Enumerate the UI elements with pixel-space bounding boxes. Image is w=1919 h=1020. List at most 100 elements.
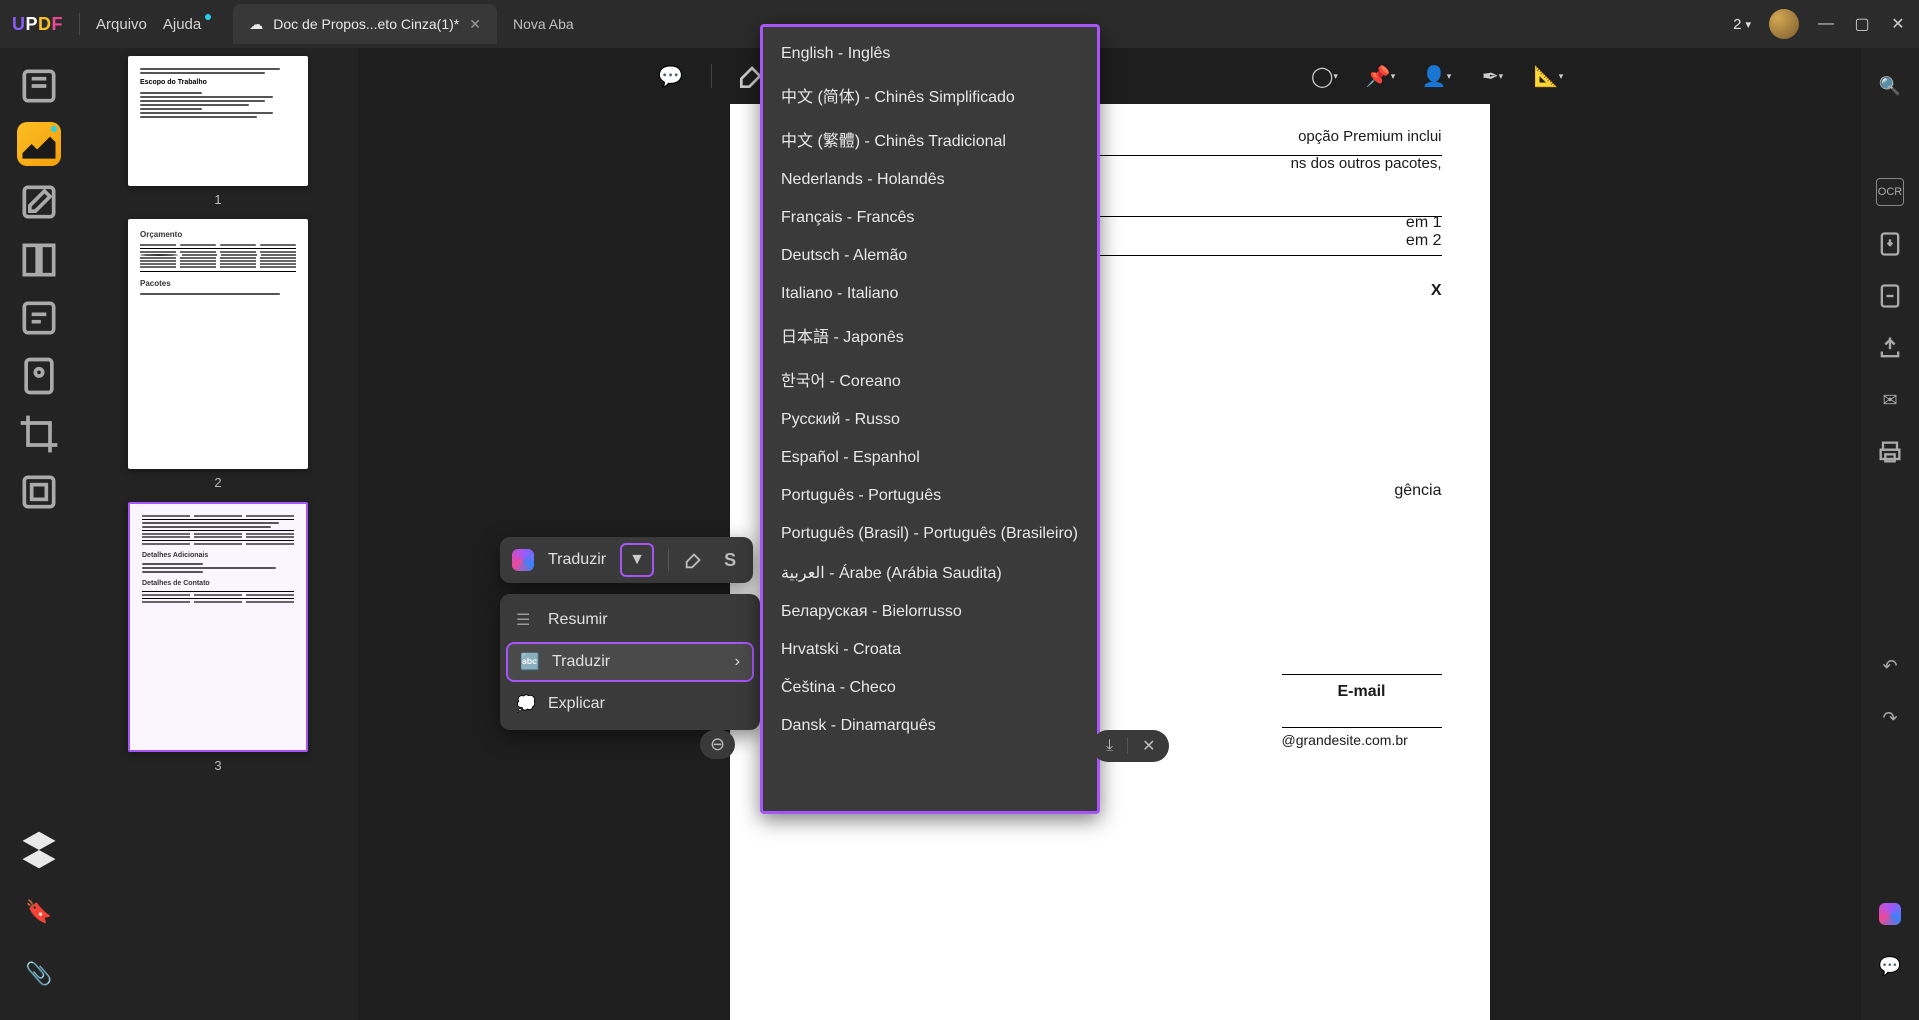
lang-option[interactable]: العربية - Árabe (Arábia Saudita) (773, 553, 1087, 593)
lang-option[interactable]: Русский - Russo (773, 401, 1087, 439)
lang-option[interactable]: Italiano - Italiano (773, 275, 1087, 313)
close-icon[interactable]: ✕ (1142, 736, 1155, 756)
protect-icon[interactable] (17, 354, 61, 398)
layers-icon[interactable] (17, 828, 61, 872)
thumb-number: 2 (214, 475, 221, 490)
submenu-summarize[interactable]: ☰ Resumir (500, 600, 760, 640)
thumb-number: 1 (214, 192, 221, 207)
ai-submenu: ☰ Resumir 🔤 Traduzir › 💭 Explicar (500, 594, 760, 730)
lang-option[interactable]: 中文 (简体) - Chinês Simplificado (773, 73, 1087, 117)
separator (668, 549, 669, 571)
stamp-icon[interactable]: 👤▾ (1421, 60, 1453, 92)
lang-option[interactable]: 한국어 - Coreano (773, 357, 1087, 401)
annotate-icon[interactable] (17, 122, 61, 166)
intro-right-1: opção Premium inclui (1291, 128, 1442, 145)
sign-icon[interactable]: ✒▾ (1477, 60, 1509, 92)
bookmark-icon[interactable]: 🔖 (17, 890, 61, 934)
lang-option[interactable]: Hrvatski - Croata (773, 631, 1087, 669)
maximize-icon[interactable]: ▢ (1853, 15, 1871, 33)
lang-option[interactable]: Français - Francês (773, 199, 1087, 237)
dropdown-toggle[interactable]: ▼ (620, 543, 654, 577)
menu-file[interactable]: Arquivo (96, 16, 147, 33)
lang-option[interactable]: Беларуская - Bielorrusso (773, 593, 1087, 631)
thumbnail-3[interactable]: Detalhes Adicionais Detalhes de Contato … (128, 502, 308, 773)
ai-icon[interactable] (1876, 900, 1904, 928)
lang-option[interactable]: Português - Português (773, 477, 1087, 515)
collapse-close-pill: ⤓ ✕ (1092, 730, 1169, 762)
chevron-right-icon: › (735, 653, 740, 671)
cloud-icon: ☁ (249, 16, 263, 33)
right-rail: 🔍 OCR ✉ ↶ ↷ 💬 (1861, 48, 1919, 1020)
email-value: @grandesite.com.br (1282, 732, 1442, 748)
lang-option[interactable]: Deutsch - Alemão (773, 237, 1087, 275)
separator (711, 64, 712, 88)
notification-count[interactable]: 2 ▾ (1733, 16, 1751, 33)
sparkle-icon (512, 549, 534, 571)
comment-icon[interactable]: 💬 (655, 60, 687, 92)
lang-option[interactable]: Čeština - Checo (773, 669, 1087, 707)
left-rail: 🔖 📎 (0, 48, 78, 1020)
reader-icon[interactable] (17, 64, 61, 108)
redo-icon[interactable]: ↷ (1876, 704, 1904, 732)
lang-option[interactable]: English - Inglês (773, 35, 1087, 73)
export-icon[interactable] (1876, 230, 1904, 258)
thumbnail-2[interactable]: Orçamento Pacotes 2 (128, 219, 308, 490)
lang-option[interactable]: 日本語 - Japonês (773, 313, 1087, 357)
tab-active[interactable]: ☁ Doc de Propos...eto Cinza(1)* ✕ (233, 4, 497, 44)
strike-tool-icon[interactable]: S (719, 549, 741, 571)
attachment-icon[interactable]: 📎 (17, 952, 61, 996)
translate-label[interactable]: Traduzir (548, 551, 606, 569)
tab-title: Doc de Propos...eto Cinza(1)* (273, 16, 459, 32)
price-right: X (1431, 282, 1442, 300)
document-area: 💬 S U T ◯▾ 📌▾ 👤▾ ✒▾ 📐▾ O pacote Básico o… (358, 48, 1861, 1020)
highlight-tool-icon[interactable] (683, 549, 705, 571)
bullet-right: gência (1394, 482, 1441, 500)
thumb-number: 3 (214, 758, 221, 773)
zoom-out-pill[interactable]: ⊖ (700, 730, 735, 759)
divider (79, 13, 80, 35)
share-icon[interactable] (1876, 334, 1904, 362)
search-icon[interactable]: 🔍 (1876, 72, 1904, 100)
close-icon[interactable]: ✕ (469, 16, 481, 33)
submenu-label: Resumir (548, 611, 608, 629)
thumbnail-panel: Escopo do Trabalho 1 Orçamento (78, 48, 358, 1020)
ai-translate-bar: Traduzir ▼ S (500, 537, 753, 583)
feedback-icon[interactable]: 💬 (1876, 952, 1904, 980)
language-dropdown: English - Inglês 中文 (简体) - Chinês Simpli… (760, 24, 1100, 814)
list-item-r: em 1 (1406, 214, 1442, 232)
lang-option[interactable]: Português (Brasil) - Português (Brasilei… (773, 515, 1087, 553)
tab-new[interactable]: Nova Aba (497, 4, 590, 44)
tools-icon[interactable] (17, 470, 61, 514)
translate-icon: 🔤 (520, 652, 538, 672)
tab-strip: ☁ Doc de Propos...eto Cinza(1)* ✕ Nova A… (233, 0, 589, 48)
print-icon[interactable] (1876, 438, 1904, 466)
app-logo: UPDF (12, 14, 63, 35)
email-label: E-mail (1282, 674, 1442, 701)
explain-icon: 💭 (516, 694, 534, 714)
measure-icon[interactable]: 📐▾ (1533, 60, 1565, 92)
thumbnail-1[interactable]: Escopo do Trabalho 1 (128, 56, 308, 207)
crop-icon[interactable] (17, 412, 61, 456)
mail-icon[interactable]: ✉ (1876, 386, 1904, 414)
submenu-explain[interactable]: 💭 Explicar (500, 684, 760, 724)
lang-option[interactable]: Español - Espanhol (773, 439, 1087, 477)
collapse-icon[interactable]: ⤓ (1106, 737, 1113, 755)
shape-icon[interactable]: ◯▾ (1309, 60, 1341, 92)
submenu-label: Explicar (548, 695, 605, 713)
submenu-translate[interactable]: 🔤 Traduzir › (506, 642, 754, 682)
edit-icon[interactable] (17, 180, 61, 224)
lang-option[interactable]: Nederlands - Holandês (773, 161, 1087, 199)
minimize-icon[interactable]: — (1817, 15, 1835, 33)
compress-icon[interactable] (1876, 282, 1904, 310)
undo-icon[interactable]: ↶ (1876, 652, 1904, 680)
menu-help[interactable]: Ajuda (163, 16, 201, 33)
submenu-label: Traduzir (552, 653, 610, 671)
lang-option[interactable]: Dansk - Dinamarquês (773, 707, 1087, 745)
avatar[interactable] (1769, 9, 1799, 39)
pin-icon[interactable]: 📌▾ (1365, 60, 1397, 92)
close-window-icon[interactable]: ✕ (1889, 15, 1907, 33)
lang-option[interactable]: 中文 (繁體) - Chinês Tradicional (773, 117, 1087, 161)
page-icon[interactable] (17, 238, 61, 282)
ocr-icon[interactable]: OCR (1876, 178, 1904, 206)
form-icon[interactable] (17, 296, 61, 340)
